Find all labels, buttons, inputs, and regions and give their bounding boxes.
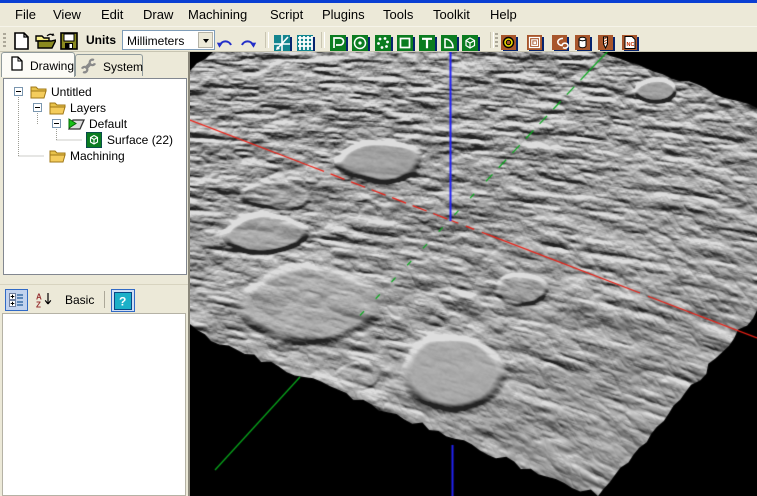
svg-text:Z: Z bbox=[36, 301, 41, 309]
svg-text:NC: NC bbox=[627, 42, 635, 48]
svg-text:?: ? bbox=[119, 295, 126, 309]
